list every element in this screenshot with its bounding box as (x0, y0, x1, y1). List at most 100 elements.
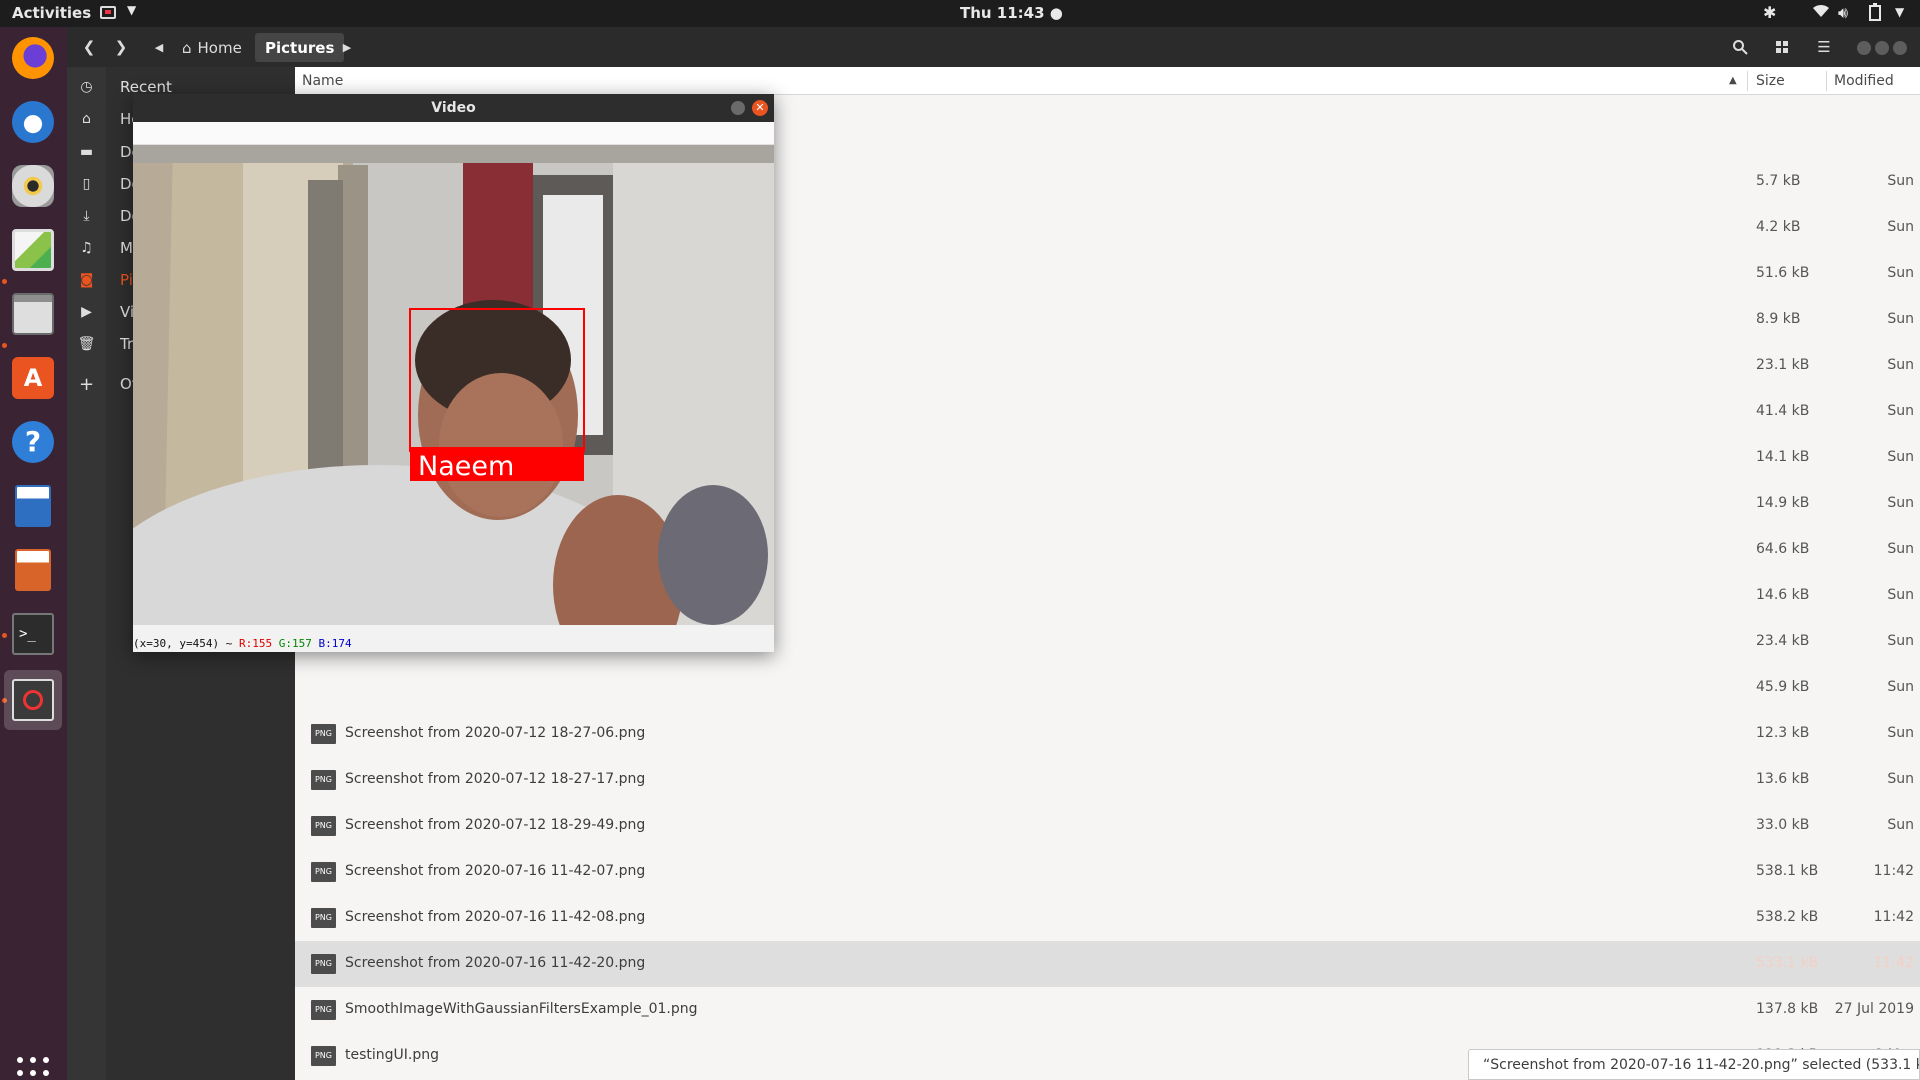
help-icon: ? (12, 421, 54, 463)
list-item[interactable]: PNG Screenshot from 2020-07-12 18-29-49.p… (295, 803, 1920, 849)
file-modified: Sun (1887, 817, 1914, 833)
image-viewer-icon (12, 229, 54, 271)
list-item[interactable]: PNG Screenshot from 2020-07-12 18-27-17.p… (295, 757, 1920, 803)
volume-icon[interactable]: 🔊︎ (1838, 3, 1848, 23)
activities-button[interactable]: Activities (12, 4, 91, 22)
list-item[interactable]: 45.9 kB Sun (295, 665, 1920, 711)
png-file-icon: PNG (311, 862, 336, 882)
video-toolbar (133, 122, 774, 145)
file-modified: Sun (1887, 771, 1914, 787)
file-modified: Sun (1887, 633, 1914, 649)
show-applications-icon[interactable] (17, 1057, 49, 1080)
file-size: 23.4 kB (1756, 633, 1810, 649)
file-size: 538.2 kB (1756, 909, 1819, 925)
file-size: 8.9 kB (1756, 311, 1801, 327)
list-item[interactable]: PNG Screenshot from 2020-07-16 11-42-07.p… (295, 849, 1920, 895)
back-button[interactable]: ❮ (76, 33, 102, 61)
png-file-icon: PNG (311, 816, 336, 836)
file-size: 12.3 kB (1756, 725, 1810, 741)
list-item[interactable]: PNG Screenshot from 2020-07-12 18-27-06.p… (295, 711, 1920, 757)
dock-libreoffice-writer[interactable] (8, 481, 58, 531)
file-modified: Sun (1887, 679, 1914, 695)
list-item[interactable]: PNG SmoothImageWithGaussianFiltersExample… (295, 987, 1920, 1033)
file-modified: 11:42 (1873, 909, 1914, 925)
firefox-icon (12, 37, 54, 79)
file-name: Screenshot from 2020-07-12 18-29-49.png (345, 817, 646, 833)
battery-icon[interactable] (1869, 3, 1881, 25)
file-modified: 11:42 (1873, 955, 1914, 971)
folder-icon: ▬ (79, 144, 94, 160)
dock-firefox[interactable] (8, 33, 58, 83)
top-bar: Activities ▼ Thu 11:43 ● ✱ 🔊︎ ▼ (0, 0, 1920, 27)
breadcrumb-home[interactable]: ⌂ Home (172, 33, 252, 62)
bluetooth-icon[interactable]: ✱ (1763, 3, 1776, 22)
search-icon[interactable] (1726, 33, 1754, 61)
file-modified: Sun (1887, 449, 1914, 465)
dock-libreoffice-impress[interactable] (8, 545, 58, 595)
dock-files[interactable] (8, 289, 58, 339)
file-size: 533.1 kB (1756, 955, 1819, 971)
video-window[interactable]: Video ✕ Naeem (x=30, y=454) ~ R:155 G:15… (133, 94, 774, 652)
file-modified: Sun (1887, 587, 1914, 603)
dock-terminal[interactable]: >_ (8, 609, 58, 659)
file-size: 33.0 kB (1756, 817, 1810, 833)
file-modified: 11:42 (1873, 863, 1914, 879)
forward-button[interactable]: ❯ (108, 33, 134, 61)
dock-help[interactable]: ? (8, 417, 58, 467)
dock-image-viewer[interactable] (8, 225, 58, 275)
menu-icon[interactable]: ☰ (1810, 33, 1838, 61)
file-modified: Sun (1887, 173, 1914, 189)
file-size: 538.1 kB (1756, 863, 1819, 879)
breadcrumb-pictures[interactable]: Pictures (255, 33, 345, 62)
app-menu-icon[interactable] (100, 6, 116, 19)
home-icon: ⌂ (182, 38, 192, 57)
file-modified: Sun (1887, 311, 1914, 327)
file-size: 41.4 kB (1756, 403, 1810, 419)
path-left-arrow-icon[interactable]: ◀ (151, 33, 167, 61)
clock[interactable]: Thu 11:43 ● (960, 4, 1063, 22)
list-header: Name ▲ Size Modified (295, 67, 1920, 95)
rhythmbox-icon (12, 165, 54, 207)
column-size[interactable]: Size (1756, 73, 1785, 89)
png-file-icon: PNG (311, 954, 336, 974)
window-minimize-button[interactable] (1857, 41, 1871, 55)
file-size: 14.1 kB (1756, 449, 1810, 465)
grid-view-icon[interactable] (1768, 33, 1796, 61)
window-close-button[interactable] (1893, 41, 1907, 55)
png-file-icon: PNG (311, 770, 336, 790)
file-size: 51.6 kB (1756, 265, 1810, 281)
path-right-arrow-icon[interactable]: ▶ (339, 33, 355, 61)
video-close-button[interactable]: ✕ (752, 100, 768, 116)
png-file-icon: PNG (311, 908, 336, 928)
video-minimize-button[interactable] (731, 101, 745, 115)
png-file-icon: PNG (311, 1046, 336, 1066)
pixel-readout: (x=30, y=454) ~ R:155 G:157 B:174 (133, 637, 352, 650)
terminal-icon: >_ (12, 613, 54, 655)
png-file-icon: PNG (311, 724, 336, 744)
file-modified: Sun (1887, 265, 1914, 281)
list-item[interactable]: PNG Screenshot from 2020-07-16 11-42-08.p… (295, 895, 1920, 941)
dock-software-center[interactable]: A (8, 353, 58, 403)
list-item[interactable]: PNG Screenshot from 2020-07-16 11-42-20.p… (295, 941, 1920, 987)
system-menu-chevron-icon[interactable]: ▼ (1895, 5, 1904, 19)
file-modified: Sun (1887, 219, 1914, 235)
dock-thunderbird[interactable] (8, 97, 58, 147)
window-maximize-button[interactable] (1875, 41, 1889, 55)
impress-icon (15, 549, 51, 591)
file-size: 137.8 kB (1756, 1001, 1819, 1017)
sort-ascending-icon[interactable]: ▲ (1729, 75, 1737, 86)
file-name: Screenshot from 2020-07-12 18-27-17.png (345, 771, 646, 787)
file-size: 5.7 kB (1756, 173, 1801, 189)
dock-rhythmbox[interactable] (8, 161, 58, 211)
video-icon: ▶ (81, 304, 92, 320)
dock-video-app[interactable] (4, 670, 62, 730)
file-size: 4.2 kB (1756, 219, 1801, 235)
app-menu-chevron-icon[interactable]: ▼ (127, 3, 136, 17)
file-name: Screenshot from 2020-07-16 11-42-20.png (345, 955, 646, 971)
column-modified[interactable]: Modified (1834, 73, 1894, 89)
column-name[interactable]: Name (302, 73, 343, 89)
wifi-icon[interactable] (1812, 3, 1830, 23)
webcam-frame: Naeem (133, 145, 774, 625)
video-window-title[interactable]: Video (133, 94, 774, 122)
document-icon: ▯ (82, 176, 91, 192)
